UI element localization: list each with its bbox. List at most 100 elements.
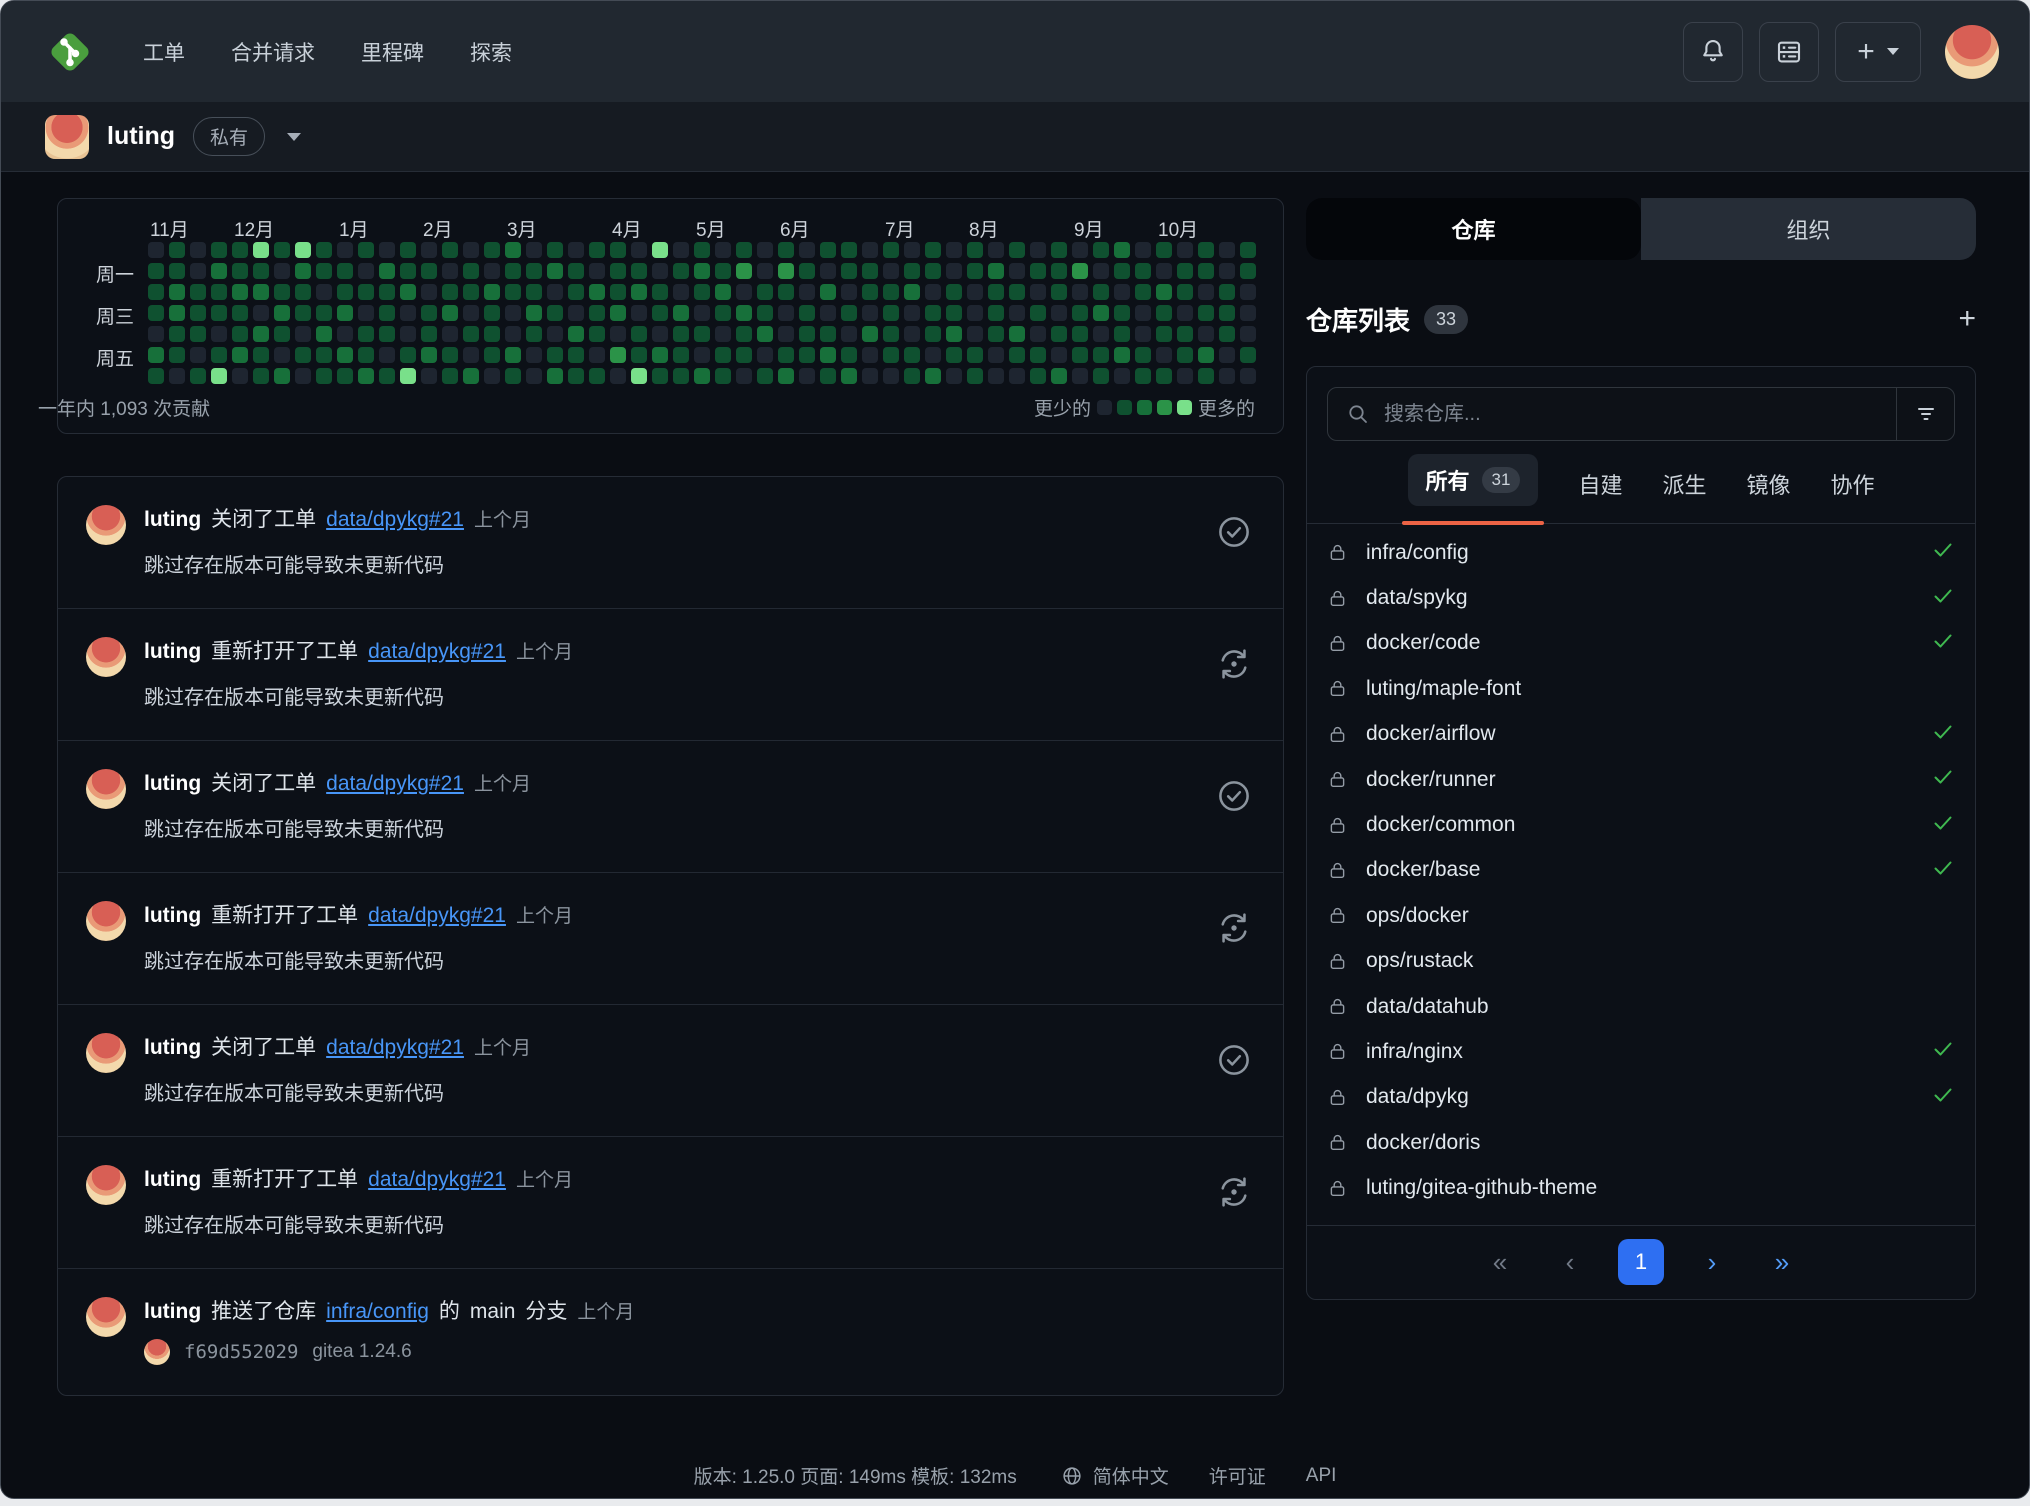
profile-avatar[interactable] bbox=[45, 115, 89, 159]
footer-link-0[interactable]: 简体中文 bbox=[1061, 1462, 1169, 1489]
panel-tab-0[interactable]: 仓库 bbox=[1306, 198, 1641, 260]
repo-row[interactable]: data/datahub bbox=[1327, 984, 1955, 1029]
feed-repo-link[interactable]: data/dpykg#21 bbox=[326, 772, 464, 796]
heatmap-cell bbox=[736, 347, 752, 363]
repo-row[interactable]: docker/code bbox=[1327, 621, 1955, 666]
heatmap-cell bbox=[211, 326, 227, 342]
heatmap-cell bbox=[442, 368, 458, 384]
heatmap-cell bbox=[1009, 347, 1025, 363]
feed-avatar[interactable] bbox=[86, 901, 126, 941]
feed-user-link[interactable]: luting bbox=[144, 772, 201, 796]
repo-row[interactable]: infra/config bbox=[1327, 530, 1955, 575]
heatmap-cell bbox=[1009, 242, 1025, 258]
heatmap-cell bbox=[988, 242, 1004, 258]
feed-avatar[interactable] bbox=[86, 769, 126, 809]
feed-repo-link[interactable]: data/dpykg#21 bbox=[368, 904, 506, 928]
repo-filter-2[interactable]: 派生 bbox=[1662, 468, 1706, 518]
feed-avatar[interactable] bbox=[86, 1033, 126, 1073]
nav-link-2[interactable]: 里程碑 bbox=[361, 37, 424, 67]
legend-more-label: 更多的 bbox=[1198, 394, 1255, 421]
pagination-last[interactable]: » bbox=[1760, 1247, 1804, 1278]
feed-repo-link[interactable]: infra/config bbox=[326, 1300, 429, 1324]
feed-avatar[interactable] bbox=[86, 637, 126, 677]
repo-row[interactable]: infra/nginx bbox=[1327, 1029, 1955, 1074]
repo-filter-4[interactable]: 协作 bbox=[1830, 468, 1874, 518]
repo-row[interactable]: luting/maple-font bbox=[1327, 666, 1955, 711]
user-avatar[interactable] bbox=[1945, 25, 1999, 79]
nav-link-1[interactable]: 合并请求 bbox=[231, 37, 315, 67]
repo-filter-button[interactable] bbox=[1896, 388, 1954, 440]
feed-type-icon bbox=[1215, 777, 1253, 820]
heatmap-cell bbox=[988, 284, 1004, 300]
heatmap-cell bbox=[694, 263, 710, 279]
heatmap-cell bbox=[736, 368, 752, 384]
repo-row[interactable]: ops/rustack bbox=[1327, 939, 1955, 984]
heatmap-cell bbox=[1051, 242, 1067, 258]
heatmap-cell bbox=[295, 263, 311, 279]
repo-row[interactable]: docker/airflow bbox=[1327, 712, 1955, 757]
heatmap-cell bbox=[169, 242, 185, 258]
feed-repo-link[interactable]: data/dpykg#21 bbox=[368, 1168, 506, 1192]
gitea-logo-icon[interactable] bbox=[45, 27, 95, 77]
feed-avatar[interactable] bbox=[86, 505, 126, 545]
pagination-next[interactable]: › bbox=[1690, 1247, 1734, 1278]
repo-row[interactable]: data/spykg bbox=[1327, 575, 1955, 620]
admin-panel-button[interactable] bbox=[1759, 22, 1819, 82]
feed-user-link[interactable]: luting bbox=[144, 508, 201, 532]
nav-link-0[interactable]: 工单 bbox=[143, 37, 185, 67]
repo-filter-1[interactable]: 自建 bbox=[1578, 468, 1622, 518]
repo-filter-0[interactable]: 所有31 bbox=[1408, 463, 1539, 523]
heatmap-cell bbox=[337, 305, 353, 321]
feed-user-link[interactable]: luting bbox=[144, 1036, 201, 1060]
feed-comment: 跳过存在版本可能导致未更新代码 bbox=[144, 813, 1215, 842]
feed-user-link[interactable]: luting bbox=[144, 1168, 201, 1192]
new-repo-button[interactable]: + bbox=[1958, 304, 1976, 334]
repo-row[interactable]: ops/docker bbox=[1327, 893, 1955, 938]
heatmap-cell bbox=[295, 242, 311, 258]
heatmap-cell bbox=[694, 347, 710, 363]
heatmap-cell bbox=[169, 368, 185, 384]
repo-search-input[interactable] bbox=[1384, 403, 1878, 426]
heatmap-cell bbox=[610, 284, 626, 300]
feed-avatar[interactable] bbox=[86, 1165, 126, 1205]
heatmap-cell bbox=[778, 263, 794, 279]
heatmap-cell bbox=[505, 305, 521, 321]
heatmap-cell bbox=[547, 284, 563, 300]
heatmap-cell bbox=[904, 368, 920, 384]
repo-name: docker/doris bbox=[1366, 1131, 1480, 1155]
feed-title: luting重新打开了工单data/dpykg#21上个月 bbox=[144, 1163, 1215, 1193]
heatmap-cell bbox=[1072, 368, 1088, 384]
create-new-button[interactable]: + bbox=[1835, 22, 1921, 82]
pagination-current-page[interactable]: 1 bbox=[1618, 1239, 1664, 1285]
heatmap-cell bbox=[883, 284, 899, 300]
filter-label: 派生 bbox=[1662, 473, 1706, 498]
commit-sha-link[interactable]: f69d552029 bbox=[184, 1341, 298, 1363]
feed-user-link[interactable]: luting bbox=[144, 1300, 201, 1324]
heatmap-cell bbox=[694, 326, 710, 342]
panel-tab-1[interactable]: 组织 bbox=[1641, 198, 1976, 260]
profile-username[interactable]: luting bbox=[107, 122, 175, 151]
feed-user-link[interactable]: luting bbox=[144, 904, 201, 928]
repo-synced-check bbox=[1931, 856, 1955, 885]
heatmap-cell bbox=[463, 347, 479, 363]
feed-avatar[interactable] bbox=[86, 1297, 126, 1337]
feed-repo-link[interactable]: data/dpykg#21 bbox=[368, 640, 506, 664]
heatmap-cell bbox=[421, 242, 437, 258]
profile-dropdown-caret[interactable] bbox=[287, 133, 301, 141]
feed-user-link[interactable]: luting bbox=[144, 640, 201, 664]
notifications-button[interactable] bbox=[1683, 22, 1743, 82]
feed-repo-link[interactable]: data/dpykg#21 bbox=[326, 508, 464, 532]
nav-link-3[interactable]: 探索 bbox=[470, 37, 512, 67]
feed-timestamp: 上个月 bbox=[516, 637, 573, 664]
repo-row[interactable]: docker/runner bbox=[1327, 757, 1955, 802]
repo-row[interactable]: data/dpykg bbox=[1327, 1075, 1955, 1120]
feed-repo-link[interactable]: data/dpykg#21 bbox=[326, 1036, 464, 1060]
footer-link-2[interactable]: API bbox=[1306, 1465, 1337, 1487]
repo-row[interactable]: docker/common bbox=[1327, 802, 1955, 847]
footer-link-1[interactable]: 许可证 bbox=[1209, 1462, 1266, 1489]
repo-filter-3[interactable]: 镜像 bbox=[1746, 468, 1790, 518]
repo-row[interactable]: docker/doris bbox=[1327, 1120, 1955, 1165]
repo-row[interactable]: luting/gitea-github-theme bbox=[1327, 1165, 1955, 1210]
heatmap-cell bbox=[589, 368, 605, 384]
repo-row[interactable]: docker/base bbox=[1327, 848, 1955, 893]
